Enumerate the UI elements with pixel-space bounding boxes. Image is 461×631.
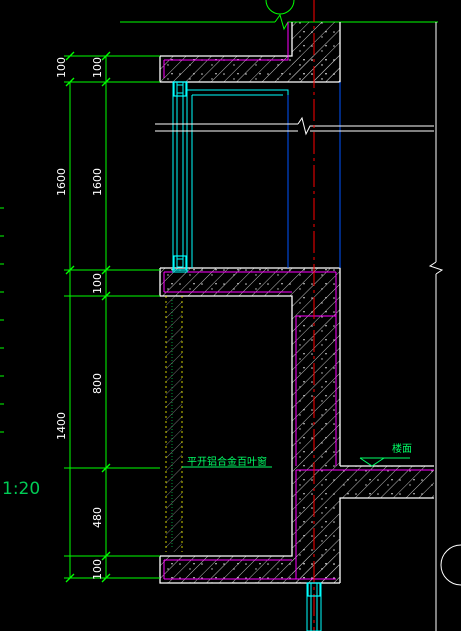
dim-right-800: 800: [91, 373, 104, 394]
scale-label: 1:20: [2, 479, 40, 499]
horizontal-break-line: [155, 116, 434, 136]
dim-right-480: 480: [91, 507, 104, 528]
upper-wall: [159, 22, 341, 83]
dim-left-1600: 1600: [55, 168, 68, 196]
dimension-ticks: [65, 51, 111, 583]
dim-right-100-c: 100: [91, 559, 104, 580]
axis-bubble-icon: [265, 0, 295, 15]
section-drawing: 楼面 平开铝合金百叶窗 100 1600 1400 100 1600 100 8…: [0, 0, 461, 631]
level-label: 楼面: [392, 442, 412, 455]
right-edge-line: [428, 22, 461, 631]
dimension-texts: 100 1600 1400 100 1600 100 800 480 100: [55, 57, 104, 580]
dim-right-100-a: 100: [91, 57, 104, 78]
dim-right-1600: 1600: [91, 168, 104, 196]
window-label: 平开铝合金百叶窗: [187, 455, 267, 468]
dim-left-100: 100: [55, 57, 68, 78]
level-marker-icon: [359, 457, 386, 467]
cad-drawing-canvas: 楼面 平开铝合金百叶窗 100 1600 1400 100 1600 100 8…: [0, 0, 461, 631]
dim-right-100-b: 100: [91, 273, 104, 294]
louver-window: [165, 296, 183, 552]
upper-window: [172, 81, 289, 273]
dim-left-1400: 1400: [55, 412, 68, 440]
dimension-lines: [0, 55, 160, 579]
top-break-symbol: [120, 0, 438, 31]
